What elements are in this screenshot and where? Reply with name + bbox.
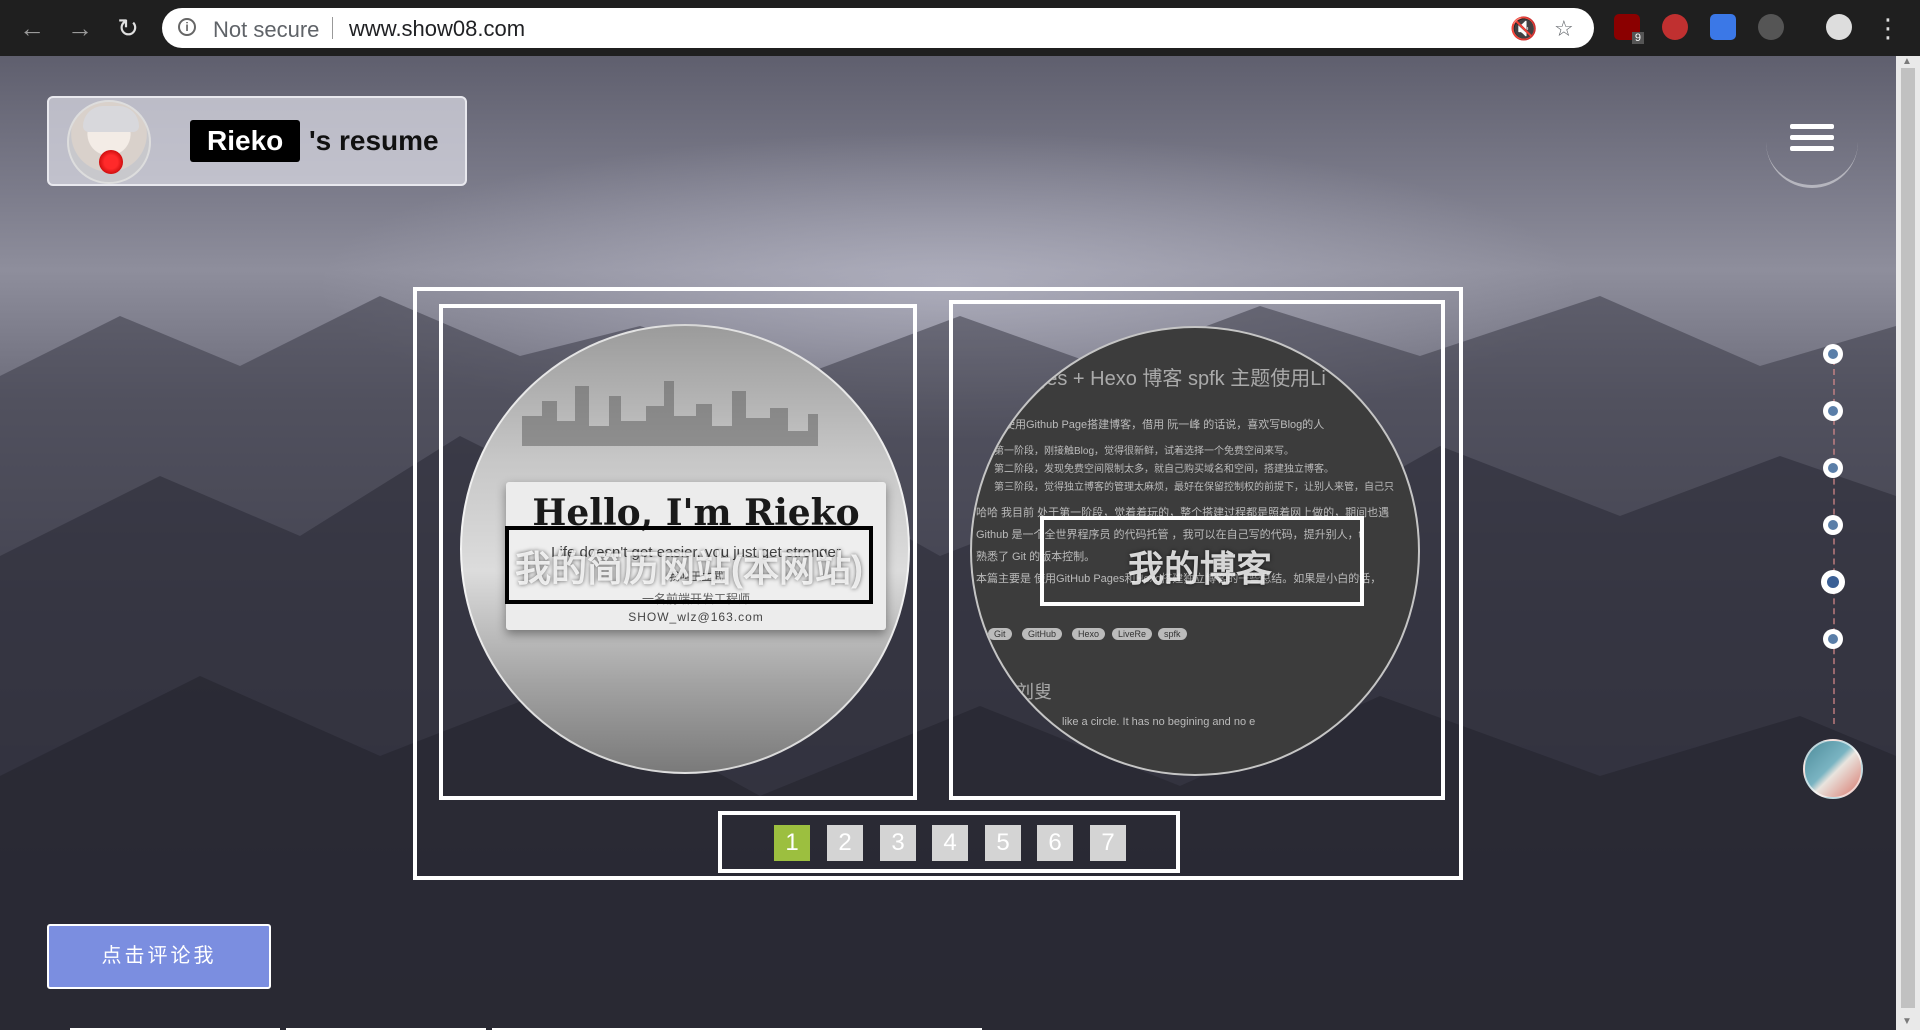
scroll-thumb[interactable] [1901,68,1915,1008]
avatar-red-accent [99,150,123,174]
blog-footer-title: 刘叟 [1016,682,1052,702]
blog-tag: GitHub [1022,628,1063,640]
blog-line: 使用Github Page搭建博客，借用 阮一峰 的话说，喜欢写Blog的人 [1004,419,1325,431]
pagination: 1 2 3 4 5 6 7 [718,811,1180,873]
blog-line: 第二阶段，发现免费空间限制太多，就自己购买域名和空间，搭建独立博客。 [994,464,1334,475]
sync-extension-icon[interactable] [1758,14,1784,40]
forward-arrow-icon[interactable]: → [64,12,96,44]
page-button-3[interactable]: 3 [880,825,916,861]
bookmark-star-icon[interactable]: ☆ [1554,16,1574,42]
project-preview-resume[interactable]: Hello, I'm Rieko Life doesn't get easier… [460,324,910,774]
page-button-1[interactable]: 1 [774,825,810,861]
omnibox-divider [332,17,333,39]
page-background: Rieko 's resume Hello, I'm Rieko Life do… [0,56,1896,1030]
mini-avatar-button[interactable] [1803,739,1863,799]
blog-tag: Hexo [1072,628,1106,640]
address-bar[interactable]: i Not secure www.show08.com 🔇 ☆ [162,8,1594,48]
blog-line: 第一阶段，刚接触Blog，觉得很新鲜，试着选择一个免费空间来写。 [994,446,1295,457]
ublock-extension-icon[interactable]: 9 [1614,14,1644,44]
profile-avatar-icon[interactable] [1826,14,1852,40]
project-preview-blog[interactable]: ages + Hexo 博客 spfk 主题使用Li 使用Github Page… [970,326,1420,776]
blog-post-title: ages + Hexo 博客 spfk 主题使用Li [1024,368,1326,390]
page-button-5[interactable]: 5 [985,825,1021,861]
project-label-resume: 我的简历网站(本网站) [515,548,863,589]
page-button-7[interactable]: 7 [1090,825,1126,861]
section-dot-5-active[interactable] [1821,570,1845,594]
section-dot-4[interactable] [1823,515,1843,535]
project-label-blog: 我的博客 [1128,548,1273,589]
hamburger-menu-button[interactable] [1766,96,1858,188]
page-button-6[interactable]: 6 [1037,825,1073,861]
url-text[interactable]: www.show08.com [349,16,525,42]
dot-icon [1828,520,1838,530]
blog-footer-text: like a circle. It has no begining and no… [1062,716,1256,728]
browser-toolbar: ← → ↻ i Not secure www.show08.com 🔇 ☆ 9 … [0,0,1920,56]
section-dot-3[interactable] [1823,458,1843,478]
menu-bar-icon [1790,124,1834,129]
extension-badge: 9 [1631,32,1644,44]
page-scrollbar[interactable]: ▲ ▼ [1896,56,1920,1030]
city-skyline [522,381,818,446]
blog-tag: LiveRe [1112,628,1153,640]
eyes-extension-icon[interactable] [1662,14,1688,40]
section-dot-2[interactable] [1823,401,1843,421]
security-label: Not secure [213,17,320,42]
scroll-down-arrow-icon[interactable]: ▼ [1902,1016,1912,1027]
dot-icon [1827,576,1839,588]
avatar [67,100,151,184]
kebab-menu-icon[interactable]: ⋮ [1872,12,1904,44]
hero-email: SHOW_wlz@163.com [628,610,764,624]
back-arrow-icon[interactable]: ← [16,12,48,44]
dot-icon [1828,406,1838,416]
blog-line: 第三阶段，觉得独立博客的管理太麻烦，最好在保留控制权的前提下，让别人来管，自己只 [994,482,1394,493]
dot-icon [1828,349,1838,359]
info-icon[interactable]: i [178,18,196,36]
comment-button[interactable]: 点击评论我 [47,924,271,989]
section-dot-1[interactable] [1823,344,1843,364]
translate-extension-icon[interactable] [1710,14,1736,40]
brand-card[interactable]: Rieko 's resume [47,96,467,186]
menu-bar-icon [1790,135,1834,140]
dot-icon [1828,634,1838,644]
blog-tag: spfk [1158,628,1187,640]
project-label-box: 我的简历网站(本网站) [505,526,873,604]
project-label-box: 我的博客 [1040,516,1364,606]
dot-icon [1828,463,1838,473]
avatar-hair [83,106,139,132]
blog-tag: Git [988,628,1012,640]
reload-icon[interactable]: ↻ [112,12,144,44]
project-card-resume[interactable]: Hello, I'm Rieko Life doesn't get easier… [439,304,917,800]
scroll-up-arrow-icon[interactable]: ▲ [1902,56,1912,67]
section-dot-6[interactable] [1823,629,1843,649]
muted-speaker-icon[interactable]: 🔇 [1510,16,1537,42]
menu-bar-icon [1790,146,1834,151]
brand-name: Rieko [190,120,301,162]
page-button-2[interactable]: 2 [827,825,863,861]
brand-suffix: 's resume [309,125,439,156]
page-button-4[interactable]: 4 [932,825,968,861]
project-card-blog[interactable]: ages + Hexo 博客 spfk 主题使用Li 使用Github Page… [949,300,1445,800]
